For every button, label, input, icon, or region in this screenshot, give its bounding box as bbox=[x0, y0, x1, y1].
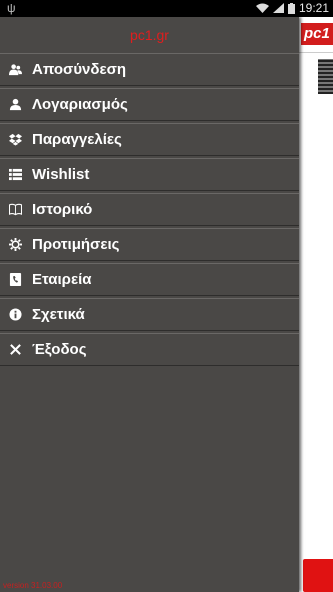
usb-icon: ψ bbox=[7, 1, 16, 15]
pc1-logo[interactable]: pc1 bbox=[301, 23, 333, 45]
menu-item-label: Εταιρεία bbox=[32, 271, 92, 288]
menu-item-preferences[interactable]: Προτιμήσεις bbox=[0, 228, 299, 261]
menu-item-label: Σχετικά bbox=[32, 306, 85, 323]
main-content: pc1 bbox=[299, 17, 333, 592]
menu-item-label: Έξοδος bbox=[32, 341, 87, 358]
drawer-menu: Αποσύνδεση Λογαριασμός Παραγγελίες Wishl… bbox=[0, 53, 299, 366]
menu-item-label: Αποσύνδεση bbox=[32, 61, 127, 78]
book-icon bbox=[8, 203, 22, 217]
status-right: 19:21 bbox=[255, 1, 329, 15]
menu-item-account[interactable]: Λογαριασμός bbox=[0, 88, 299, 121]
product-thumbnail[interactable] bbox=[318, 59, 333, 94]
list-icon bbox=[8, 168, 22, 182]
phone-book-icon bbox=[8, 273, 22, 287]
gear-icon bbox=[8, 238, 22, 252]
logout-users-icon bbox=[8, 63, 22, 77]
status-time: 19:21 bbox=[298, 1, 329, 15]
close-icon bbox=[8, 343, 22, 357]
menu-item-label: Λογαριασμός bbox=[32, 96, 128, 113]
menu-item-history[interactable]: Ιστορικό bbox=[0, 193, 299, 226]
menu-item-about[interactable]: Σχετικά bbox=[0, 298, 299, 331]
menu-item-label: Wishlist bbox=[32, 166, 90, 183]
menu-item-logout[interactable]: Αποσύνδεση bbox=[0, 53, 299, 86]
menu-item-wishlist[interactable]: Wishlist bbox=[0, 158, 299, 191]
menu-item-orders[interactable]: Παραγγελίες bbox=[0, 123, 299, 156]
menu-item-exit[interactable]: Έξοδος bbox=[0, 333, 299, 366]
version-label: version 31.03.00 bbox=[3, 581, 63, 590]
signal-icon bbox=[272, 3, 284, 13]
menu-item-label: Ιστορικό bbox=[32, 201, 93, 218]
menu-item-label: Προτιμήσεις bbox=[32, 236, 120, 253]
action-button[interactable] bbox=[303, 559, 333, 592]
status-bar: ψ 19:21 bbox=[0, 0, 333, 17]
battery-icon bbox=[287, 2, 295, 14]
navigation-drawer: pc1.gr Αποσύνδεση Λογαριασμός Παραγγελίε… bbox=[0, 17, 299, 592]
info-icon bbox=[8, 308, 22, 322]
user-icon bbox=[8, 98, 22, 112]
drawer-title[interactable]: pc1.gr bbox=[0, 17, 299, 53]
menu-item-company[interactable]: Εταιρεία bbox=[0, 263, 299, 296]
dropbox-icon bbox=[8, 133, 22, 147]
wifi-icon bbox=[255, 3, 269, 13]
menu-item-label: Παραγγελίες bbox=[32, 131, 122, 148]
header-divider bbox=[299, 52, 333, 53]
